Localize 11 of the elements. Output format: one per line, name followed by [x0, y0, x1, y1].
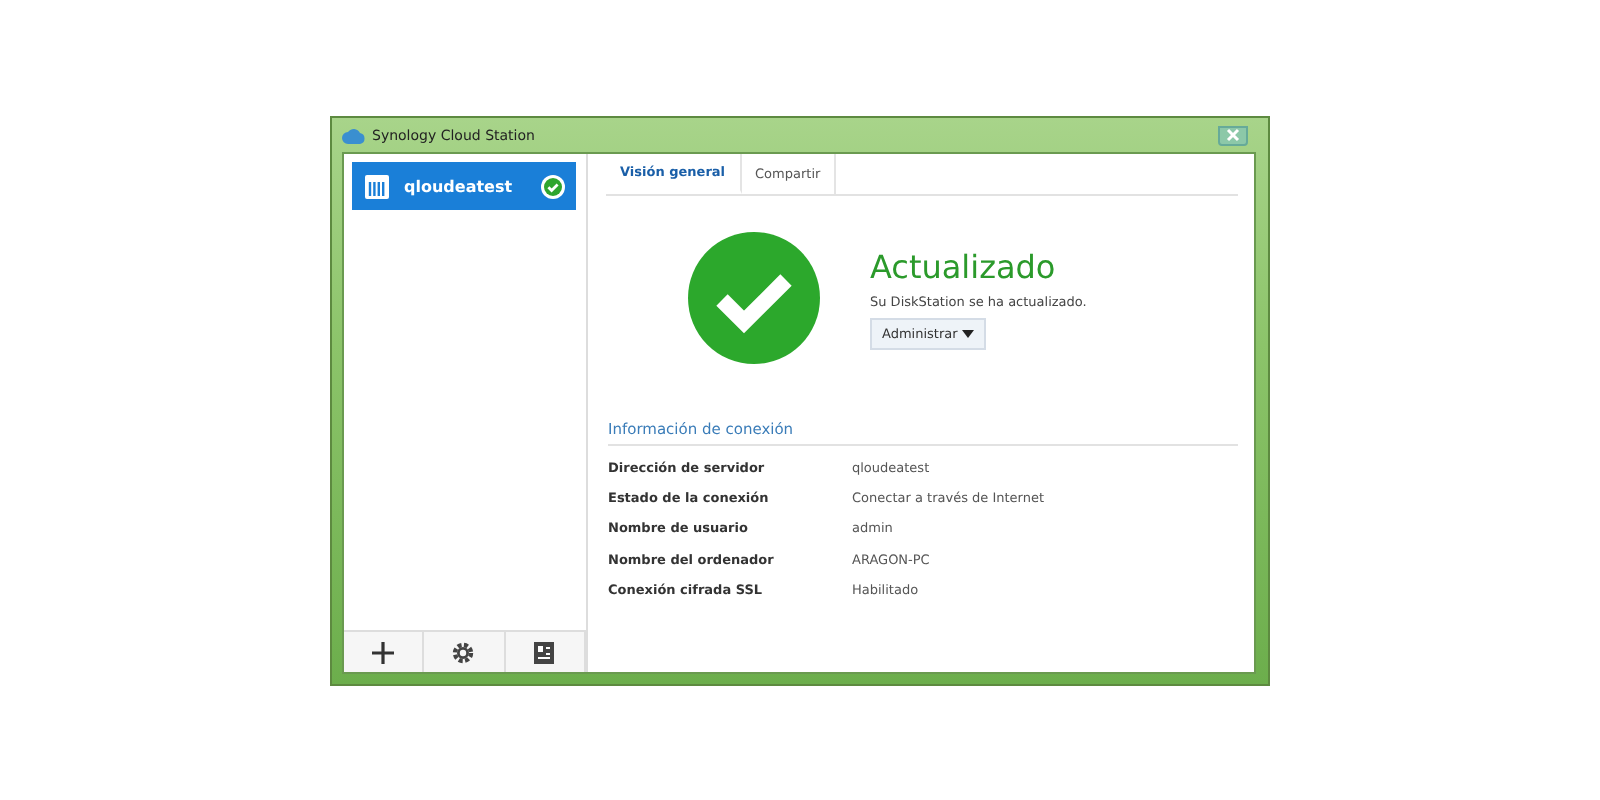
gear-icon — [452, 641, 475, 663]
close-button[interactable] — [1218, 125, 1248, 145]
status-title: Actualizado — [870, 247, 1056, 285]
cloud-icon — [342, 127, 366, 143]
document-icon — [534, 641, 555, 663]
close-icon — [1226, 128, 1240, 142]
check-circle-icon — [688, 232, 820, 364]
server-icon — [364, 173, 390, 199]
plus-icon — [372, 641, 395, 663]
caret-icon — [961, 329, 974, 337]
server-item[interactable]: qloudeatest — [352, 162, 576, 210]
